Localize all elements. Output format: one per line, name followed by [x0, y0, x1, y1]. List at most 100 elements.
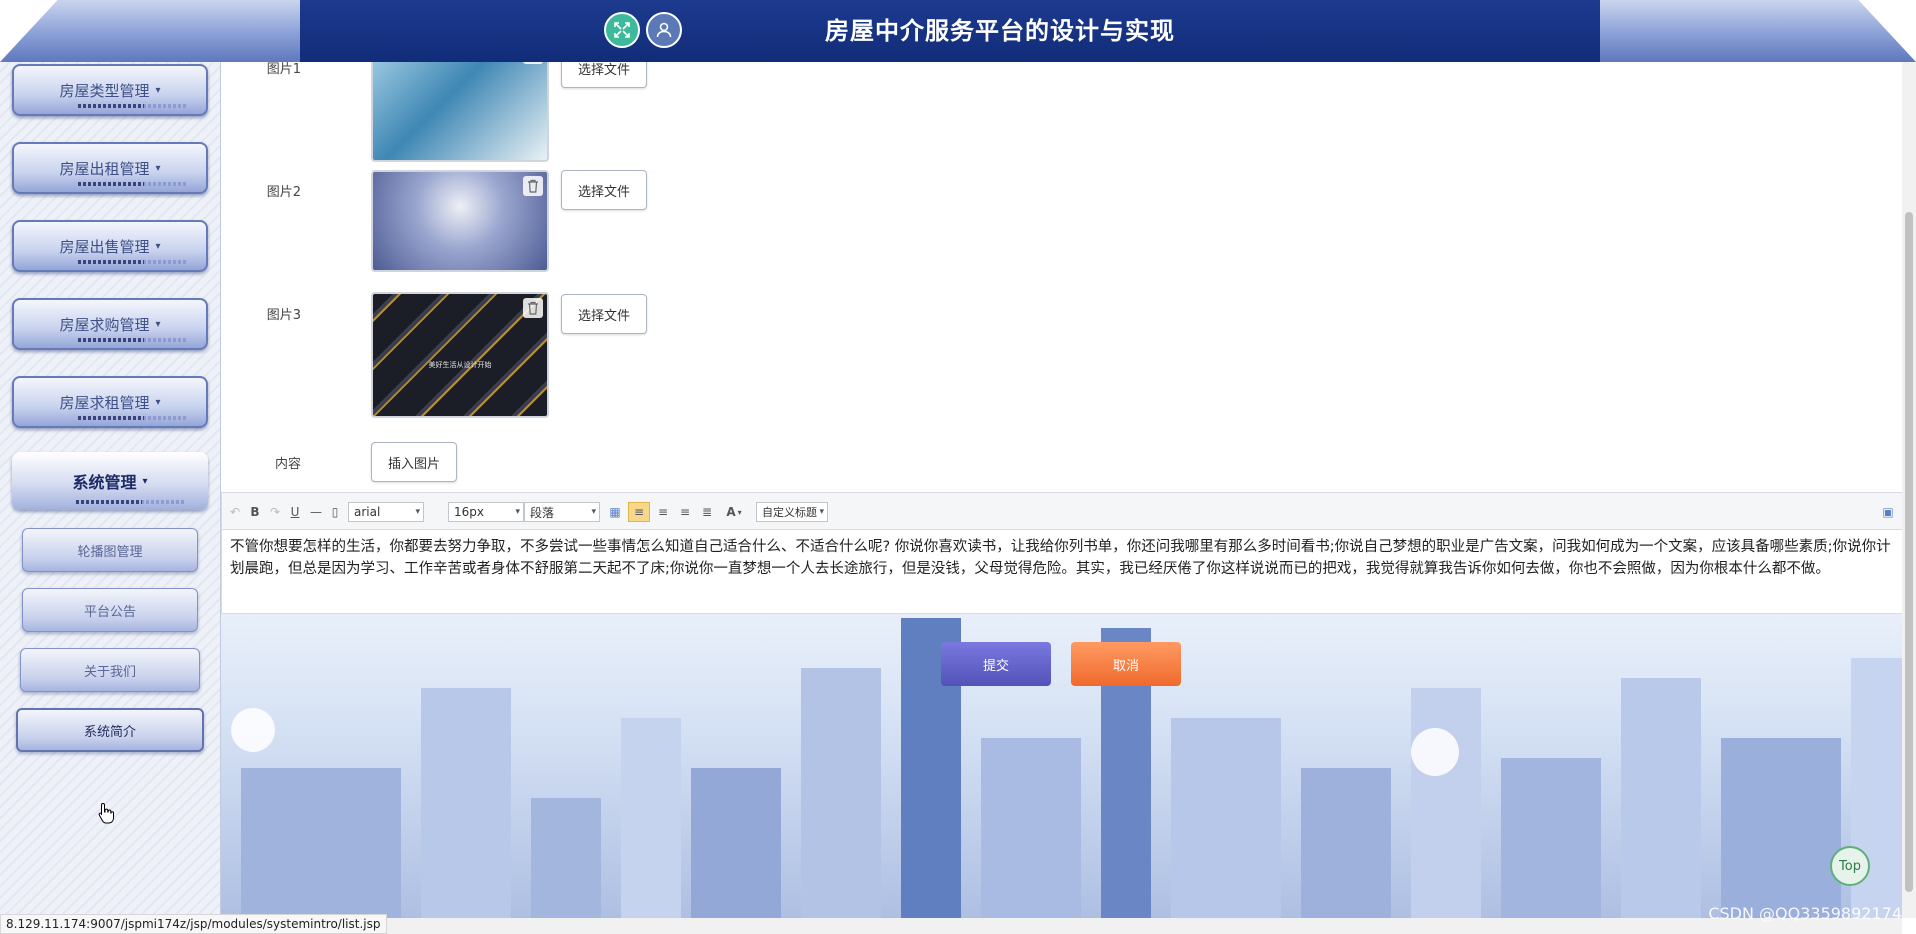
button-label: 提交 — [982, 658, 1009, 674]
select-value: 段落 — [530, 505, 555, 520]
select-value: arial — [354, 505, 381, 519]
menu-system-management[interactable]: 系统管理 ▾ — [12, 452, 208, 510]
menu-label: 房屋求购管理 — [59, 315, 150, 334]
menu-label: 房屋出售管理 — [59, 237, 150, 256]
image2-label: 图片2 — [266, 185, 301, 200]
font-family-select[interactable]: arial — [348, 502, 424, 522]
status-url: 8.129.11.174:9007/jspmi174z/jsp/modules/… — [0, 914, 387, 934]
cancel-button[interactable]: 取消 — [1071, 642, 1181, 686]
menu-house-rent-request[interactable]: 房屋求租管理 ▾ — [12, 376, 208, 428]
menu-label: 房屋类型管理 — [59, 81, 150, 100]
menu-decoration — [78, 416, 188, 420]
image1-preview — [371, 62, 549, 162]
submenu-system-intro[interactable]: 系统简介 — [16, 708, 204, 752]
scrollbar-thumb[interactable] — [1905, 212, 1913, 892]
bold-button[interactable]: B — [248, 502, 262, 522]
menu-decoration — [78, 338, 188, 342]
menu-label: 房屋出租管理 — [59, 159, 150, 178]
building — [801, 668, 881, 918]
submit-button[interactable]: 提交 — [941, 642, 1051, 686]
submenu-about-us[interactable]: 关于我们 — [20, 648, 200, 692]
trash-icon[interactable] — [523, 298, 543, 318]
choose-file-button-3[interactable]: 选择文件 — [561, 294, 647, 334]
content-editor[interactable]: 不管你想要怎样的生活，你都要去努力争取，不多尝试一些事情怎么知道自己适合什么、不… — [221, 530, 1904, 614]
editor-toolbar: ↶ B ↷ U — ▯ arial 16px 段落 ▦ ≡ ≡ ≡ ≣ A▾ 自… — [221, 492, 1904, 530]
menu-house-buy-request[interactable]: 房屋求购管理 ▾ — [12, 298, 208, 350]
caret-down-icon: ▾ — [142, 475, 148, 487]
caret-down-icon: ▾ — [155, 240, 161, 252]
content-label: 内容 — [274, 457, 301, 472]
back-to-top-button[interactable]: Top — [1830, 846, 1870, 886]
choose-file-button-2[interactable]: 选择文件 — [561, 170, 647, 210]
align-justify-icon[interactable]: ≣ — [698, 502, 716, 522]
building — [1301, 768, 1391, 918]
hand-cursor-icon — [98, 802, 114, 824]
header-left-wing — [0, 0, 320, 62]
font-color-label: A — [726, 505, 736, 519]
caret-down-icon: ▾ — [155, 318, 161, 330]
menu-decoration — [78, 182, 188, 186]
redo-icon[interactable]: ↷ — [268, 502, 282, 522]
submenu-label: 轮播图管理 — [77, 544, 143, 560]
undo-icon[interactable]: ↶ — [228, 502, 242, 522]
menu-decoration — [78, 260, 188, 264]
submenu-announcement[interactable]: 平台公告 — [22, 588, 198, 632]
image-overlay-text: 美好生活从设计开始 — [428, 361, 492, 369]
fullscreen-editor-icon[interactable]: ▣ — [1880, 502, 1896, 522]
menu-house-sale[interactable]: 房屋出售管理 ▾ — [12, 220, 208, 272]
submenu-carousel[interactable]: 轮播图管理 — [22, 528, 198, 572]
paragraph-select[interactable]: 段落 — [524, 502, 600, 522]
select-value: 16px — [454, 505, 484, 519]
network-node — [1411, 728, 1459, 776]
trash-icon[interactable] — [523, 176, 543, 196]
building — [1721, 738, 1841, 918]
button-label: Top — [1839, 858, 1861, 874]
city-skyline-background — [221, 582, 1916, 918]
font-size-select[interactable]: 16px — [448, 502, 524, 522]
caret-down-icon: ▾ — [737, 507, 742, 517]
submenu-label: 系统简介 — [83, 724, 136, 740]
select-value: 自定义标题 — [762, 506, 817, 519]
building — [691, 768, 781, 918]
caret-down-icon: ▾ — [155, 84, 161, 96]
document-icon[interactable]: ▯ — [328, 502, 342, 522]
button-label: 选择文件 — [577, 308, 630, 324]
align-right-icon[interactable]: ≡ — [654, 502, 672, 522]
fullscreen-button[interactable] — [604, 12, 640, 48]
choose-file-button-1[interactable]: 选择文件 — [561, 62, 647, 88]
building — [531, 798, 601, 918]
building — [621, 718, 681, 918]
custom-title-select[interactable]: 自定义标题 — [756, 502, 828, 522]
vertical-scrollbar[interactable] — [1902, 62, 1916, 918]
caret-down-icon: ▾ — [155, 162, 161, 174]
building — [1171, 718, 1281, 918]
user-icon — [656, 22, 672, 38]
building — [1501, 758, 1601, 918]
align-left-icon[interactable]: ≡ — [628, 502, 650, 522]
insert-image-button[interactable]: 插入图片 — [371, 442, 457, 482]
horizontal-rule-icon[interactable]: — — [308, 502, 324, 522]
sidebar: 房屋类型管理 ▾ 房屋出租管理 ▾ 房屋出售管理 ▾ 房屋求购管理 ▾ 房屋求租管理 ▾ … — [0, 62, 221, 934]
content-text: 不管你想要怎样的生活，你都要去努力争取，不多尝试一些事情怎么知道自己适合什么、不… — [230, 539, 1891, 577]
user-button[interactable] — [646, 12, 682, 48]
building — [421, 688, 511, 918]
building — [981, 738, 1081, 918]
submenu-label: 关于我们 — [83, 664, 136, 680]
image1-label: 图片1 — [266, 62, 301, 77]
menu-decoration — [76, 500, 186, 504]
align-center-icon[interactable]: ≡ — [676, 502, 694, 522]
main-content: 图片1 选择文件 图片2 选择文件 图片3 美好生活从设计开始 选择文件 内容 … — [221, 62, 1916, 918]
horizontal-scrollbar[interactable] — [221, 918, 1902, 934]
table-icon[interactable]: ▦ — [606, 502, 624, 522]
header-right-wing — [1596, 0, 1916, 62]
underline-button[interactable]: U — [288, 502, 302, 522]
menu-house-rent-out[interactable]: 房屋出租管理 ▾ — [12, 142, 208, 194]
font-color-button[interactable]: A ▾ — [722, 502, 746, 522]
button-label: 取消 — [1112, 658, 1139, 674]
trash-icon[interactable] — [523, 62, 543, 64]
image2-preview — [371, 170, 549, 272]
watermark: CSDN @QQ3359892174 — [1708, 904, 1902, 923]
menu-decoration — [78, 104, 188, 108]
button-label: 选择文件 — [577, 62, 630, 78]
menu-house-type[interactable]: 房屋类型管理 ▾ — [12, 64, 208, 116]
